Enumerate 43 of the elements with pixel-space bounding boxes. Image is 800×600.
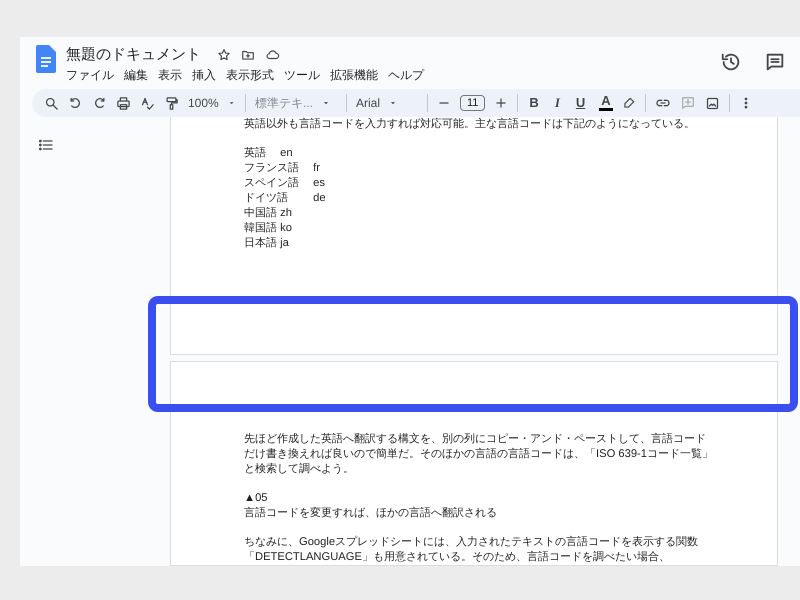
- cloud-icon[interactable]: [265, 48, 280, 62]
- body-text: 英語 en: [244, 146, 294, 161]
- outline-icon[interactable]: [38, 137, 54, 153]
- menu-item[interactable]: 編集: [124, 67, 148, 84]
- star-icon[interactable]: [217, 48, 231, 62]
- highlighter-icon[interactable]: [622, 96, 636, 110]
- menu-item[interactable]: ヘルプ: [388, 67, 424, 84]
- body-text: フランス語 fr: [244, 161, 321, 176]
- plus-icon[interactable]: [494, 96, 508, 110]
- menu-item[interactable]: 拡張機能: [330, 67, 378, 84]
- italic-button[interactable]: I: [552, 95, 562, 111]
- body-text: スペイン語 es: [244, 176, 326, 191]
- menu-item[interactable]: 表示: [158, 67, 182, 84]
- spellcheck-icon[interactable]: [140, 96, 155, 110]
- image-icon[interactable]: [704, 96, 720, 110]
- undo-icon[interactable]: [68, 96, 83, 110]
- underline-button[interactable]: U: [574, 95, 588, 111]
- document-icon[interactable]: [36, 45, 56, 73]
- zoom-dropdown[interactable]: 100%: [188, 96, 236, 110]
- body-text: 先ほど作成した英語へ翻訳する構文を、別の列にコピー・アンド・ペーストして、言語コードだけ書き換えれば良いので簡単だ。そのほかの言語の言語コードは、「ISO 639-1コード一覧」と検索して調べよう。: [244, 432, 714, 477]
- body-text: 英語以外も言語コードを入力すれば対応可能。主な言語コードは下記のようになっている。: [244, 117, 696, 132]
- print-icon[interactable]: [116, 96, 131, 110]
- menu-item[interactable]: ツール: [284, 67, 320, 84]
- menu-item[interactable]: 表示形式: [226, 67, 274, 84]
- body-text: ちなみに、Googleスプレッドシートには、入力されたテキストの言語コードを表示する関数「DETECTLANGUAGE」も用意されている。そのため、言語コードを調べたい場合、: [244, 535, 700, 565]
- comment-icon[interactable]: [764, 51, 786, 73]
- menu-item[interactable]: 挿入: [192, 67, 216, 84]
- document-title[interactable]: 無題のドキュメント: [66, 45, 201, 64]
- body-text: 言語コードを変更すれば、ほかの言語へ翻訳される: [244, 506, 498, 521]
- font-dropdown[interactable]: Arial: [356, 96, 418, 110]
- history-icon[interactable]: [720, 51, 742, 73]
- body-text: 中国語 zh: [244, 206, 293, 221]
- paint-roller-icon[interactable]: [164, 96, 179, 110]
- bold-button[interactable]: B: [527, 95, 541, 111]
- body-text: ドイツ語 de: [244, 191, 327, 206]
- search-icon[interactable]: [44, 96, 59, 110]
- text-color-button[interactable]: A: [599, 95, 613, 111]
- redo-icon[interactable]: [92, 96, 107, 110]
- menu-item[interactable]: ファイル: [66, 67, 114, 84]
- body-text: ▲05: [244, 491, 269, 506]
- body-text: 日本語 ja: [244, 236, 290, 251]
- body-text: 韓国語 ko: [244, 221, 293, 236]
- font-size-field[interactable]: 11: [460, 95, 486, 111]
